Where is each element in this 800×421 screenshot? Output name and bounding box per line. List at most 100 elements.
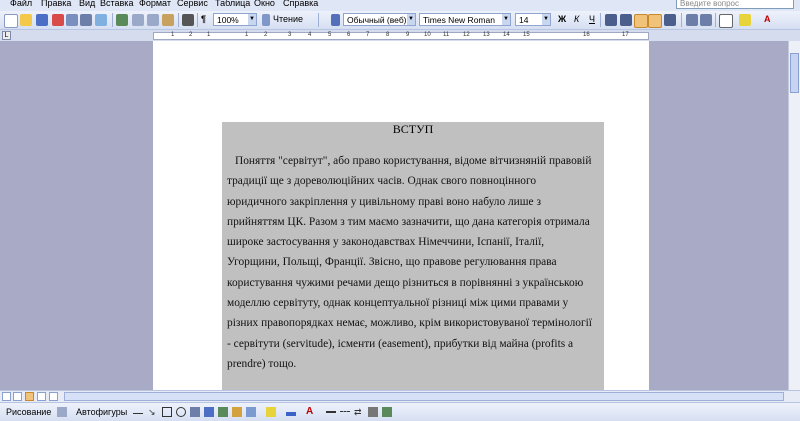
- ruler-scale: [153, 32, 649, 40]
- menu-format[interactable]: Формат: [139, 0, 171, 8]
- text-line: традиції ще з дореволюційних часів. Одна…: [227, 175, 537, 188]
- permission-icon[interactable]: [52, 14, 64, 26]
- copy-icon[interactable]: [147, 14, 159, 26]
- styles-pane-icon[interactable]: [331, 14, 340, 26]
- normal-view-icon[interactable]: [2, 392, 11, 401]
- new-document-icon[interactable]: [4, 14, 18, 28]
- document-heading: ВСТУП: [392, 122, 434, 136]
- show-formatting-icon[interactable]: ¶: [201, 14, 206, 24]
- ruler-number: 4: [308, 32, 312, 38]
- menu-insert[interactable]: Вставка: [100, 0, 133, 8]
- font-color-icon[interactable]: A: [764, 14, 771, 24]
- text-line: - сервітути (servitude), ісменти (easeme…: [227, 337, 574, 350]
- shadow-style-icon[interactable]: [368, 407, 378, 417]
- scroll-thumb[interactable]: [64, 392, 784, 401]
- chevron-down-icon[interactable]: ▼: [248, 14, 256, 25]
- ruler-number: 2: [189, 32, 193, 38]
- borders-icon[interactable]: [719, 14, 733, 28]
- ruler-number: 1: [171, 32, 175, 38]
- 3d-style-icon[interactable]: [382, 407, 392, 417]
- ruler-number: 11: [443, 32, 450, 38]
- question-input[interactable]: Введите вопрос: [676, 0, 794, 9]
- chevron-down-icon[interactable]: ▼: [542, 14, 550, 25]
- bullets-icon[interactable]: [700, 14, 712, 26]
- clipart-icon[interactable]: [232, 407, 242, 417]
- picture-icon[interactable]: [246, 407, 256, 417]
- toolbar-separator: [681, 13, 682, 27]
- vertical-scrollbar[interactable]: [788, 41, 800, 391]
- style-select[interactable]: Обычный (веб) ▼: [343, 13, 416, 26]
- ruler-number: 5: [328, 32, 332, 38]
- ruler-number: 17: [622, 32, 629, 38]
- ruler-number: 14: [503, 32, 510, 38]
- paste-icon[interactable]: [162, 14, 174, 26]
- menu-table[interactable]: Таблица: [215, 0, 250, 8]
- menu-tools[interactable]: Сервис: [177, 0, 208, 8]
- save-icon[interactable]: [36, 14, 48, 26]
- highlight-icon[interactable]: [739, 14, 751, 26]
- document-body[interactable]: Поняття "сервітут", або право користуван…: [227, 151, 603, 374]
- bold-button[interactable]: Ж: [558, 14, 566, 24]
- menu-window[interactable]: Окно: [254, 0, 275, 8]
- reading-mode-icon[interactable]: [262, 14, 270, 26]
- email-icon[interactable]: [66, 14, 78, 26]
- font-size-select[interactable]: 14 ▼: [515, 13, 551, 26]
- diagram-icon[interactable]: [218, 407, 228, 417]
- menu-bar: Файл Правка Вид Вставка Формат Сервис Та…: [0, 0, 800, 11]
- chevron-down-icon[interactable]: ▼: [407, 14, 415, 25]
- toolbar-separator: [197, 13, 198, 27]
- reading-view-icon[interactable]: [49, 392, 58, 401]
- text-line: прийняттям ЦК. Разом з тим маємо зазначи…: [227, 215, 590, 228]
- reading-mode-button[interactable]: Чтение: [273, 14, 303, 24]
- text-line: юридичного закріплення у цивільному прав…: [227, 195, 541, 208]
- rectangle-icon[interactable]: [162, 407, 172, 417]
- web-layout-icon[interactable]: [13, 392, 22, 401]
- italic-button[interactable]: К: [574, 14, 579, 24]
- tab-selector-icon[interactable]: L: [2, 31, 11, 40]
- cut-icon[interactable]: [132, 14, 144, 26]
- text-line: Поняття "сервітут", або право користуван…: [235, 155, 592, 167]
- align-center-icon[interactable]: [620, 14, 632, 26]
- text-line: різних правопорядках немає, можливо, крі…: [227, 317, 592, 330]
- text-line: широке застосування у законодавствах Нім…: [227, 236, 545, 249]
- chevron-down-icon[interactable]: ▼: [502, 14, 510, 25]
- wordart-icon[interactable]: [204, 407, 214, 417]
- ruler-number: 7: [366, 32, 370, 38]
- align-left-icon[interactable]: [605, 14, 617, 26]
- zoom-select[interactable]: 100% ▼: [213, 13, 257, 26]
- open-folder-icon[interactable]: [20, 14, 32, 26]
- ruler-number: 1: [207, 32, 211, 38]
- arrow-style-icon[interactable]: ⇄: [354, 407, 364, 417]
- fill-color-icon[interactable]: [266, 407, 276, 417]
- scroll-thumb[interactable]: [790, 53, 799, 93]
- select-objects-icon[interactable]: [57, 407, 67, 417]
- toolbar-separator: [715, 13, 716, 27]
- font-color-icon[interactable]: A: [306, 407, 316, 417]
- menu-help[interactable]: Справка: [283, 0, 318, 8]
- ruler-number: 13: [483, 32, 490, 38]
- justify-icon[interactable]: [648, 14, 662, 28]
- print-preview-icon[interactable]: [95, 14, 107, 26]
- autoshapes-menu-button[interactable]: Автофигуры: [76, 407, 127, 417]
- line-color-icon[interactable]: [286, 412, 296, 416]
- menu-view[interactable]: Вид: [79, 0, 95, 8]
- underline-button[interactable]: Ч: [589, 14, 595, 24]
- zoom-value: 100%: [217, 15, 239, 25]
- numbering-icon[interactable]: [686, 14, 698, 26]
- font-select[interactable]: Times New Roman ▼: [419, 13, 511, 26]
- menu-file[interactable]: Файл: [10, 0, 32, 8]
- align-right-icon[interactable]: [634, 14, 648, 28]
- columns-icon[interactable]: [182, 14, 194, 26]
- menu-edit[interactable]: Правка: [41, 0, 71, 8]
- horizontal-ruler: L 1 2 1 1 2 3 4 5 6 7 8 9 10 11 12 13 14…: [0, 30, 800, 41]
- outline-view-icon[interactable]: [37, 392, 46, 401]
- spelling-icon[interactable]: [116, 14, 128, 26]
- line-icon[interactable]: [133, 407, 143, 414]
- oval-icon[interactable]: [176, 407, 186, 417]
- print-layout-icon[interactable]: [25, 392, 34, 401]
- draw-menu-button[interactable]: Рисование: [6, 407, 51, 417]
- text-box-icon[interactable]: [190, 407, 200, 417]
- arrow-icon[interactable]: ↘: [148, 407, 158, 417]
- line-spacing-icon[interactable]: [664, 14, 676, 26]
- print-icon[interactable]: [80, 14, 92, 26]
